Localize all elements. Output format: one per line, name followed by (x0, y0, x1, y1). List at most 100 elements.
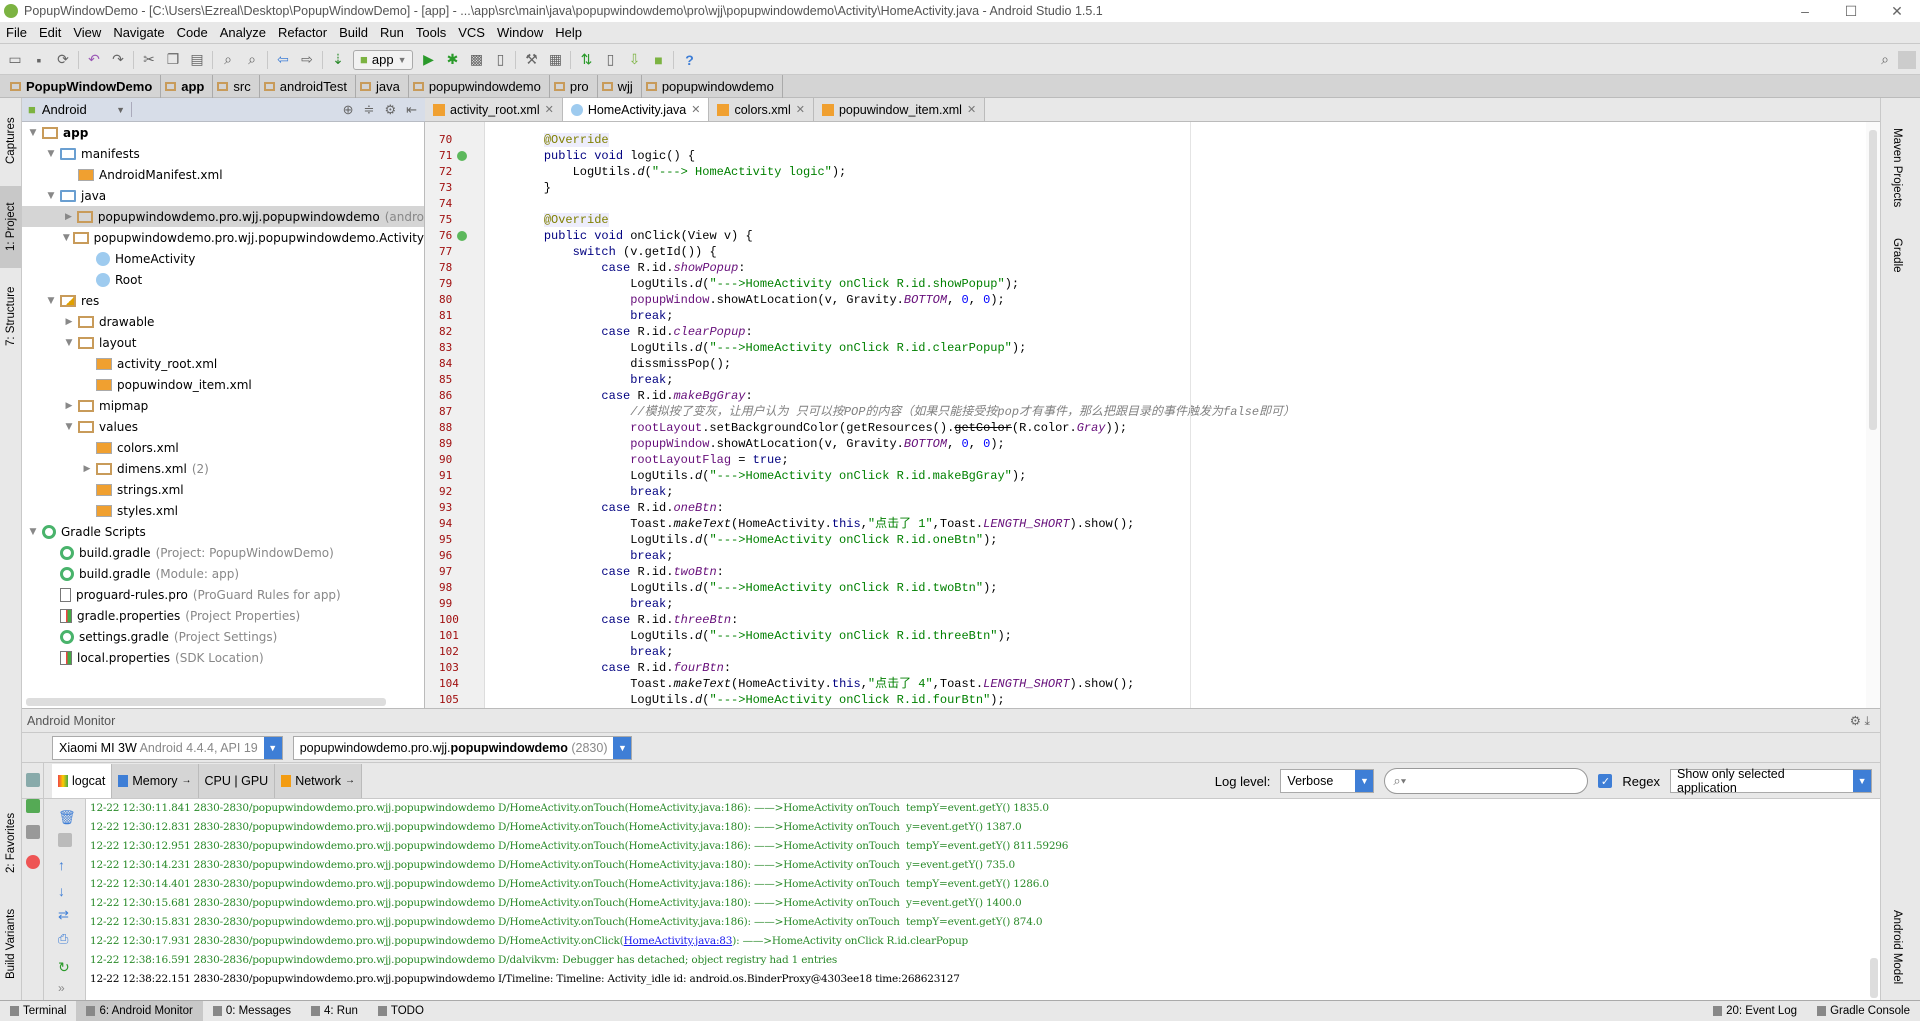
print-icon[interactable]: ⎙ (58, 931, 72, 946)
tree-item[interactable]: ▶ drawable (22, 311, 424, 332)
logcat-output[interactable]: 12-22 12:30:11.841 2830-2830/popupwindow… (86, 799, 1880, 1000)
tree-item[interactable]: build.gradle (Project: PopupWindowDemo) (22, 542, 424, 563)
collapse-all-icon[interactable]: ≑ (364, 102, 375, 118)
tool-window-todo[interactable]: TODO (368, 1001, 434, 1021)
tree-item[interactable]: proguard-rules.pro (ProGuard Rules for ap… (22, 584, 424, 605)
menu-view[interactable]: View (67, 25, 107, 40)
tree-item[interactable]: activity_root.xml (22, 353, 424, 374)
menu-build[interactable]: Build (333, 25, 374, 40)
tree-item[interactable]: ▼ layout (22, 332, 424, 353)
hide-panel-icon[interactable]: ⇤ (406, 102, 417, 118)
menu-vcs[interactable]: VCS (452, 25, 491, 40)
expand-right-icon[interactable]: ▶ (62, 212, 75, 222)
tree-item[interactable]: settings.gradle (Project Settings) (22, 626, 424, 647)
editor-tab[interactable]: activity_root.xml ✕ (425, 98, 563, 121)
logcat-search-input[interactable]: ⌕▾ (1384, 768, 1589, 794)
menu-refactor[interactable]: Refactor (272, 25, 333, 40)
logcat-scrollbar[interactable] (1870, 958, 1878, 998)
expand-down-icon[interactable]: ▼ (62, 422, 76, 432)
tree-item[interactable]: build.gradle (Module: app) (22, 563, 424, 584)
up-arrow-icon[interactable]: ↑ (58, 857, 72, 873)
device-select[interactable]: Xiaomi MI 3W Android 4.4.4, API 19 ▼ (52, 735, 283, 760)
tree-item[interactable]: ▼ res (22, 290, 424, 311)
tool-window--event-log[interactable]: 20: Event Log (1703, 1001, 1807, 1021)
tool-tab-maven-projects[interactable]: Maven Projects (1891, 128, 1903, 207)
editor-scrollbar[interactable] (1866, 122, 1880, 708)
copy-icon[interactable]: ❐ (164, 51, 182, 69)
run-icon[interactable]: ▶ (419, 51, 437, 69)
more-icon[interactable]: » (58, 981, 72, 995)
expand-right-icon[interactable]: ▶ (80, 464, 94, 474)
tool-tab-build-variants[interactable]: Build Variants (0, 894, 22, 994)
menu-run[interactable]: Run (374, 25, 410, 40)
restart-icon[interactable]: ↻ (58, 959, 72, 975)
editor-tab[interactable]: popuwindow_item.xml ✕ (813, 98, 986, 121)
expand-down-icon[interactable]: ▼ (44, 191, 58, 201)
sdk-manager-icon[interactable]: ▦ (546, 51, 564, 69)
scroll-from-source-icon[interactable]: ⊕ (343, 102, 354, 118)
menu-window[interactable]: Window (491, 25, 549, 40)
run-config-select[interactable]: ■ app ▼ (353, 49, 414, 70)
sync-icon[interactable]: ⟳ (54, 51, 72, 69)
tab-cpu-gpu[interactable]: CPU | GPU (198, 763, 276, 798)
tool-tab-gradle[interactable]: Gradle (1891, 238, 1903, 273)
tree-item[interactable]: ▼ Gradle Scripts (22, 521, 424, 542)
tree-item[interactable]: ▼ values (22, 416, 424, 437)
minimize-button[interactable]: – (1782, 0, 1828, 22)
project-view-select[interactable]: ■ Android ▼ (22, 102, 132, 117)
tool-window--android-monitor[interactable]: 6: Android Monitor (76, 1000, 203, 1021)
system-info-icon[interactable] (26, 825, 40, 839)
breadcrumb-item[interactable]: popupwindowdemo (409, 74, 550, 98)
maximize-button[interactable]: ☐ (1828, 0, 1874, 22)
menu-file[interactable]: File (0, 25, 33, 40)
tree-item[interactable]: popuwindow_item.xml (22, 374, 424, 395)
tree-item[interactable]: ▼ popupwindowdemo.pro.wjj.popupwindowdemo… (22, 227, 424, 248)
close-tab-icon[interactable]: ✕ (545, 103, 554, 116)
tree-item[interactable]: strings.xml (22, 479, 424, 500)
tool-tab-favorites[interactable]: 2: Favorites (0, 798, 22, 888)
log-source-link[interactable]: HomeActivity.java:83 (624, 935, 733, 947)
android-device-monitor-icon[interactable]: ■ (649, 51, 667, 69)
tree-item[interactable]: styles.xml (22, 500, 424, 521)
save-icon[interactable]: ▪ (30, 51, 48, 69)
log-level-select[interactable]: Verbose ▼ (1280, 769, 1375, 793)
tree-item[interactable]: ▼ app (22, 122, 424, 143)
tree-item[interactable]: ▼ java (22, 185, 424, 206)
tab-network[interactable]: Network → (275, 763, 363, 798)
menu-navigate[interactable]: Navigate (107, 25, 170, 40)
tree-item[interactable]: ▼ manifests (22, 143, 424, 164)
expand-down-icon[interactable]: ▼ (26, 128, 40, 138)
project-structure-icon[interactable]: ⚒ (522, 51, 540, 69)
screenshot-icon[interactable] (26, 773, 40, 787)
attach-debugger-icon[interactable]: ▩ (467, 51, 485, 69)
avd-manager-icon[interactable]: ▯ (601, 51, 619, 69)
tool-window--run[interactable]: 4: Run (301, 1001, 368, 1021)
tool-tab-android-model[interactable]: Android Model (1891, 910, 1903, 984)
tool-tab-project[interactable]: 1: Project (0, 186, 22, 268)
find-icon[interactable]: ⌕ (219, 51, 237, 69)
down-arrow-icon[interactable]: ↓ (58, 883, 72, 899)
menu-edit[interactable]: Edit (33, 25, 67, 40)
menu-tools[interactable]: Tools (410, 25, 452, 40)
tool-window--messages[interactable]: 0: Messages (203, 1001, 301, 1021)
breadcrumb-item[interactable]: PopupWindowDemo (6, 74, 162, 98)
help-icon[interactable]: ? (680, 51, 698, 69)
paste-icon[interactable]: ▤ (188, 51, 206, 69)
menu-code[interactable]: Code (171, 25, 214, 40)
screen-record-icon[interactable] (26, 799, 40, 813)
tab-memory[interactable]: Memory → (112, 763, 199, 798)
undo-icon[interactable]: ↶ (85, 51, 103, 69)
expand-down-icon[interactable]: ▼ (62, 338, 76, 348)
process-select[interactable]: popupwindowdemo.pro.wjj.popupwindowdemo … (292, 735, 633, 760)
breadcrumb-item[interactable]: src (213, 74, 260, 98)
back-icon[interactable]: ⇦ (274, 51, 292, 69)
breadcrumb-item[interactable]: androidTest (260, 74, 356, 98)
tree-item[interactable]: ▶ popupwindowdemo.pro.wjj.popupwindowdemo… (22, 206, 424, 227)
expand-down-icon[interactable]: ▼ (26, 527, 40, 537)
tree-item[interactable]: local.properties (SDK Location) (22, 647, 424, 668)
tree-item[interactable]: colors.xml (22, 437, 424, 458)
editor-tab[interactable]: HomeActivity.java ✕ (562, 98, 710, 121)
tab-logcat[interactable]: logcat (52, 763, 113, 798)
make-project-icon[interactable]: ⇣ (329, 51, 347, 69)
project-horizontal-scrollbar[interactable] (26, 698, 386, 706)
